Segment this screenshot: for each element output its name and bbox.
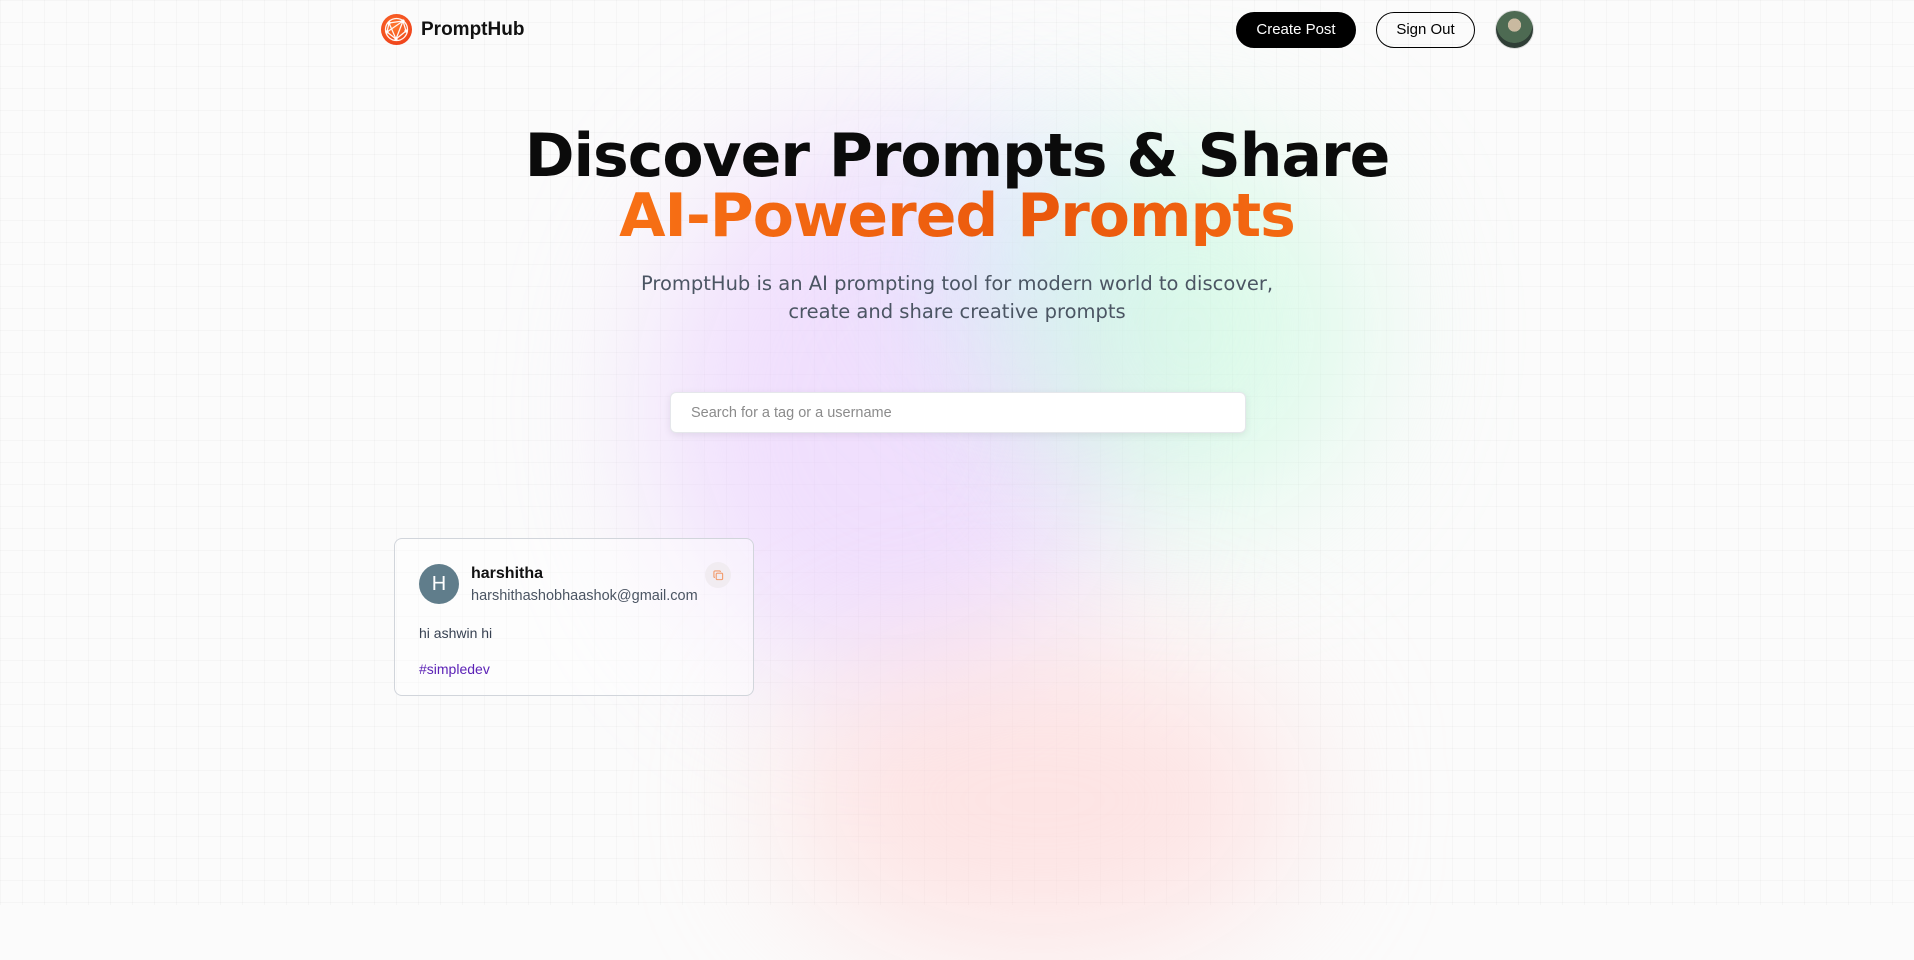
nav-actions: Create Post Sign Out: [1236, 10, 1534, 49]
author-avatar[interactable]: H: [419, 564, 459, 604]
sign-out-button[interactable]: Sign Out: [1376, 11, 1475, 48]
search-input[interactable]: [670, 392, 1246, 433]
hero-title-accent: AI-Powered Prompts: [0, 186, 1914, 246]
background-glow: [780, 640, 1300, 960]
author-email: harshithashobhaashok@gmail.com: [471, 588, 698, 604]
create-post-button[interactable]: Create Post: [1236, 11, 1356, 48]
logo-icon: [381, 14, 412, 45]
search-form: [670, 392, 1246, 433]
user-avatar[interactable]: [1495, 10, 1534, 49]
copy-button[interactable]: [705, 562, 731, 588]
prompt-card: H harshitha harshithashobhaashok@gmail.c…: [394, 538, 754, 696]
copy-icon: [712, 569, 723, 580]
hero-title: Discover Prompts & Share AI-Powered Prom…: [0, 126, 1914, 246]
brand-link[interactable]: PromptHub: [381, 14, 524, 45]
author-username[interactable]: harshitha: [471, 564, 698, 584]
brand-name: PromptHub: [421, 18, 525, 40]
prompt-card-header: H harshitha harshithashobhaashok@gmail.c…: [419, 562, 731, 605]
prompt-tag[interactable]: #simpledev: [419, 661, 729, 677]
prompt-text: hi ashwin hi: [419, 625, 493, 641]
hero-description: PromptHub is an AI prompting tool for mo…: [640, 272, 1274, 323]
author-info: harshitha harshithashobhaashok@gmail.com: [471, 564, 698, 605]
top-navbar: PromptHub Create Post Sign Out: [381, 10, 1534, 49]
hero-section: Discover Prompts & Share AI-Powered Prom…: [0, 126, 1914, 326]
